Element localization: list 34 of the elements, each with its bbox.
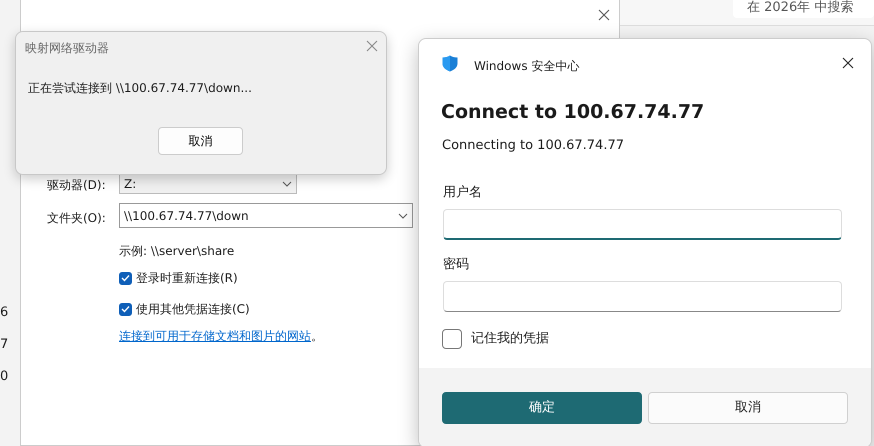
ok-button[interactable]: 确定: [442, 392, 642, 424]
chevron-down-icon: [282, 180, 292, 186]
checkbox-label: 登录时重新连接(R): [136, 270, 238, 287]
period-text: 。: [311, 329, 323, 343]
row-number: 7: [0, 336, 8, 354]
checkbox[interactable]: [119, 302, 132, 316]
cancel-button[interactable]: 取消: [648, 392, 848, 424]
password-field[interactable]: [443, 281, 842, 312]
checkbox[interactable]: [442, 329, 462, 349]
status-message: 正在尝试连接到 \\100.67.74.77\down...: [28, 80, 252, 97]
close-button[interactable]: [842, 57, 854, 69]
field-label: 用户名: [443, 184, 482, 202]
search-field[interactable]: 在 2026年 中搜索: [733, 0, 874, 18]
cancel-button[interactable]: 取消: [158, 127, 243, 155]
folder-label: 文件夹(O):: [47, 210, 106, 227]
app-title: Windows 安全中心: [474, 58, 580, 75]
username-field[interactable]: [443, 209, 842, 240]
example-text: 示例: \\server\share: [119, 243, 234, 260]
row-number: 6: [0, 304, 8, 322]
dialog-heading: Connect to 100.67.74.77: [441, 100, 704, 125]
drive-select[interactable]: Z:: [119, 173, 297, 194]
row-number: 0: [0, 368, 8, 386]
shield-icon: [442, 55, 458, 72]
dialog-title: 映射网络驱动器: [25, 40, 109, 57]
field-label: 密码: [443, 256, 469, 274]
checkbox[interactable]: [119, 272, 132, 284]
chevron-down-icon: [398, 212, 408, 218]
connecting-text: Connecting to 100.67.74.77: [442, 137, 624, 155]
checkbox-label: 记住我的凭据: [471, 330, 549, 348]
close-button[interactable]: [598, 9, 610, 21]
checkbox-label: 使用其他凭据连接(C): [136, 301, 250, 318]
drive-label: 驱动器(D):: [47, 177, 106, 194]
website-link[interactable]: 连接到可用于存储文档和图片的网站: [119, 329, 311, 343]
folder-combo[interactable]: \\100.67.74.77\down: [119, 203, 413, 228]
